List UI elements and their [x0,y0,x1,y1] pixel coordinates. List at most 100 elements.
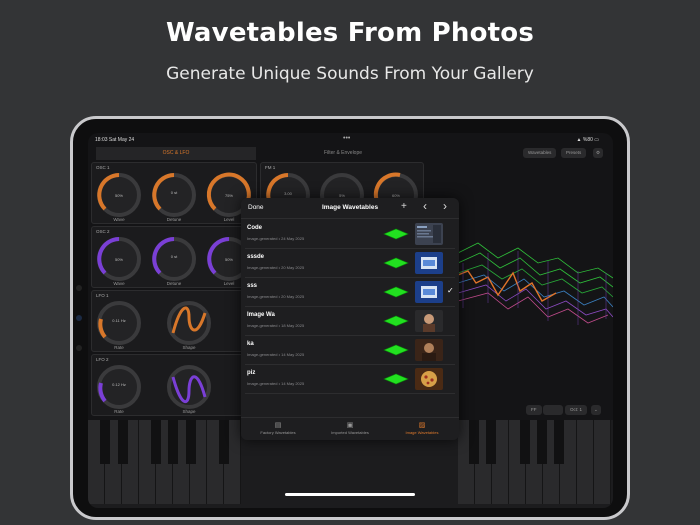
app-screen: 18:03 Sat May 24 ••• ▲ %80 ▭ OSC & LFO F… [88,133,613,508]
black-key[interactable] [537,420,547,464]
fm1-knob-1-value: 3.00 [284,191,292,196]
wavetable-row[interactable]: Image Wa Image-generated • 18 May 2025 [245,307,455,336]
osc2-wave-value: 50% [114,257,123,262]
tab-image-wavetables[interactable]: ▨ Image Wavetables [387,421,457,435]
headline: Wavetables From Photos [165,18,535,48]
wavetable-3d-view[interactable] [458,213,613,343]
osc2-detune-knob[interactable] [148,233,200,285]
top-bar: OSC & LFO Filter & Envelope Wavetables P… [88,147,613,161]
presets-button[interactable]: Presets [561,148,587,158]
white-key[interactable] [577,420,594,504]
ff-button[interactable]: FF [526,405,542,415]
gear-icon[interactable]: ⚙ [593,148,604,158]
black-key[interactable] [554,420,564,464]
wavetable-meta: Image-generated • 18 May 2025 [247,323,305,328]
photo-thumbnail [415,281,443,303]
wavetable-name: Image Wa [247,312,275,318]
modal-tab-bar: ▤ Factory Wavetables ▣ Imported Wavetabl… [241,417,459,440]
lfo1-rate-label: Rate [114,345,124,350]
osc1-detune-knob[interactable] [148,169,200,221]
home-indicator[interactable] [285,493,415,496]
wavetable-name: sssde [247,254,265,260]
osc2-detune-label: Detune [166,281,182,286]
waveform-preview-icon [383,344,409,356]
add-icon[interactable]: + [401,201,407,212]
black-key[interactable] [486,420,496,464]
photo-thumbnail [415,310,443,332]
waveform-preview-icon [383,373,409,385]
tab-factory-wavetables[interactable]: ▤ Factory Wavetables [243,421,313,435]
osc2-wave-label: Wave [113,281,125,286]
waveform-preview-icon [383,286,409,298]
black-key[interactable] [100,420,110,464]
black-key[interactable] [151,420,161,464]
tab-label: Imported Wavetables [331,430,369,435]
black-key[interactable] [520,420,530,464]
side-button-2 [76,345,82,351]
wavetable-meta: Image-generated • 20 May 2025 [247,265,305,270]
wavetable-meta: Image-generated • 14 May 2025 [247,381,305,386]
multitask-dots[interactable]: ••• [343,135,350,142]
osc2-detune-value: 0 st [170,254,178,259]
wavetable-row[interactable]: Code Image-generated • 24 May 2025 [245,220,455,249]
wavetable-name: ka [247,341,254,347]
wavetable-row[interactable]: piz Image-generated • 14 May 2025 [245,365,455,394]
lfo2-rate-value: 0.12 Hz [112,382,126,387]
photo-thumbnail [415,252,443,274]
tab-label: Image Wavetables [405,430,439,435]
lfo2-rate-label: Rate [114,409,124,414]
chevron-down-icon[interactable]: ⌄ [591,405,601,415]
chevron-right-icon[interactable]: › [443,199,447,213]
osc1-detune-value: 0 st [170,190,178,195]
waveform-preview-icon [383,228,409,240]
status-bar: 18:03 Sat May 24 ••• ▲ %80 ▭ [88,133,613,147]
tab-imported-wavetables[interactable]: ▣ Imported Wavetables [315,421,385,435]
black-key[interactable] [186,420,196,464]
lfo1-rate-value: 0.11 Hz [112,318,126,323]
tab-osc-lfo[interactable]: OSC & LFO [96,147,256,160]
lfo2-shape-label: Shape [182,409,196,414]
blank-button[interactable] [543,405,563,415]
wavetable-name: Code [247,225,262,231]
black-key[interactable] [219,420,229,464]
wavetable-row[interactable]: ka Image-generated • 14 May 2025 [245,336,455,365]
wavetable-meta: Image-generated • 24 May 2025 [247,236,305,241]
black-key[interactable] [469,420,479,464]
octave-button[interactable]: Oct: 1 [565,405,588,415]
lfo1-rate-knob[interactable] [93,297,145,349]
osc1-wave-value: 50% [114,193,123,198]
side-button [76,285,82,291]
modal-header: Done Image Wavetables + ‹ › [241,198,459,219]
import-icon: ▣ [346,422,354,429]
lfo1-shape-knob[interactable] [163,297,215,349]
camera [76,315,82,321]
waveform-preview-icon [383,257,409,269]
lfo2-shape-knob[interactable] [163,361,215,413]
chevron-left-icon[interactable]: ‹ [423,199,427,213]
wavetable-name: piz [247,370,256,376]
wavetable-name: sss [247,283,258,289]
wavetable-meta: Image-generated • 20 May 2025 [247,294,305,299]
lfo2-rate-knob[interactable] [93,361,145,413]
black-key[interactable] [168,420,178,464]
checkmark-icon: ✓ [447,286,454,295]
image-icon: ▨ [418,422,426,429]
osc1-detune-label: Detune [166,217,182,222]
white-key[interactable] [594,420,611,504]
osc1-wave-label: Wave [113,217,125,222]
wavetable-row[interactable]: sssde Image-generated • 20 May 2025 [245,249,455,278]
lfo1-shape-label: Shape [182,345,196,350]
tab-filter-envelope[interactable]: Filter & Envelope [273,147,413,160]
photo-thumbnail [415,223,443,245]
waveform-preview-icon [383,315,409,327]
photo-thumbnail [415,368,443,390]
tab-label: Factory Wavetables [260,430,296,435]
subline: Generate Unique Sounds From Your Gallery [166,64,534,84]
factory-icon: ▤ [274,422,282,429]
wavetables-button[interactable]: Wavetables [523,148,557,158]
image-wavetables-modal: Done Image Wavetables + ‹ › Code Image-g… [241,198,459,440]
status-time: 18:03 Sat May 24 [95,137,135,143]
black-key[interactable] [118,420,128,464]
status-icons: ▲ %80 ▭ [576,137,599,143]
wavetable-row-selected[interactable]: sss Image-generated • 20 May 2025 ✓ [245,278,455,307]
